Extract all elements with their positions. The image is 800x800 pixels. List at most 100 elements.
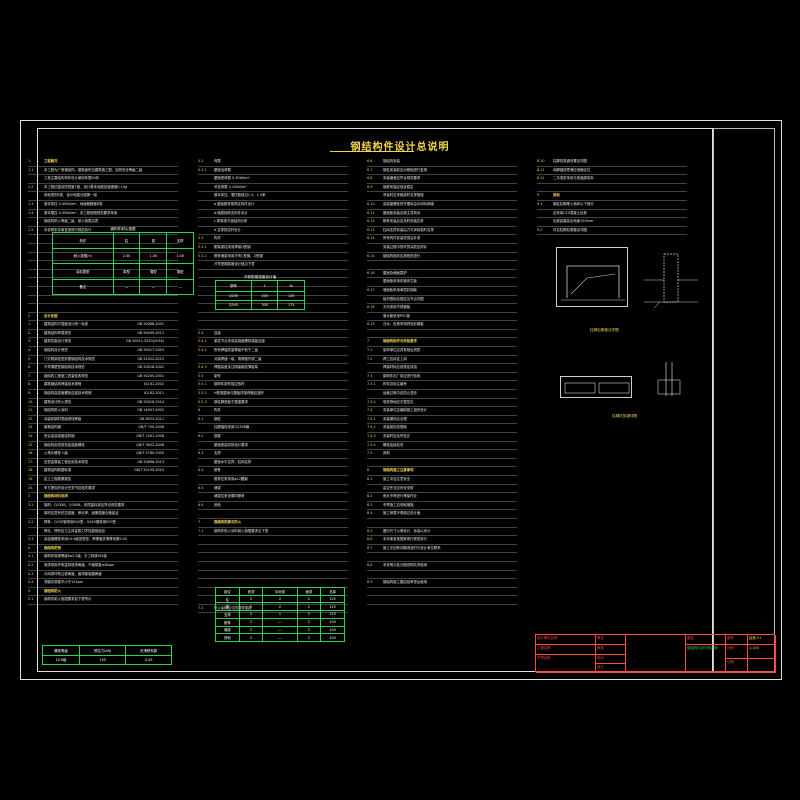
table-row: 其他 2—2 100: [215, 633, 345, 642]
tb-number: 结施-01: [748, 635, 776, 645]
note-line: 5.2 荷载: [198, 158, 348, 167]
note-line: 8.4 施工荷载不得超过设计值: [367, 510, 517, 519]
note-text: 钢结构施工注意事项: [383, 468, 414, 473]
note-number: 6: [198, 408, 201, 413]
note-number: 18.: [28, 468, 34, 473]
shear-key-detail: [560, 376, 632, 398]
note-line: 6.11 屋面板安装应顺主导风向: [367, 210, 517, 219]
note-number: 20.: [28, 485, 34, 490]
note-line: 11. 钢结构防火涂料 GB 14907-2002: [28, 407, 178, 416]
note-line: 4.4 漆膜总厚度不小于125μm: [28, 579, 178, 588]
detail-caption-2: 柱脚抗剪键详图: [612, 414, 638, 418]
table-cell: 梁: [215, 602, 240, 612]
note-number: 5.3: [198, 236, 204, 241]
note-text: 工程概况: [44, 159, 58, 163]
note-line: 8.5 图中尺寸以毫米计，标高以米计: [367, 528, 517, 537]
note-text: 焊接材料应按规定烘焙: [383, 365, 417, 370]
note-text: 钢结构防腐与防火: [214, 519, 242, 524]
note-line: 5.1 钢构件耐火极限要求如下表所示: [28, 596, 178, 605]
note-text: 堆放场地应平整坚实: [383, 399, 414, 404]
note-text: 连接: [214, 330, 221, 335]
note-number: 2: [28, 313, 31, 318]
note-line: [367, 330, 517, 339]
table-row: 钢号 f fv: [215, 280, 305, 292]
note-line: 板材搭接及固定见节点详图: [367, 296, 517, 305]
note-number: 6.2: [198, 434, 204, 438]
note-line: [367, 459, 517, 468]
note-line: 6 构件: [198, 407, 348, 416]
note-number: 1: [28, 159, 31, 163]
table-cell: fv: [277, 280, 305, 292]
note-number: 6.19: [367, 322, 375, 327]
note-text: 其他: [214, 502, 221, 507]
note-line: 对接焊缝一级，角焊缝外观二级: [198, 356, 348, 365]
note-text: 施工荷载不得超过设计值: [383, 511, 421, 516]
note-text: b.墙梁按简支构件设计: [214, 210, 248, 215]
note-line: 2. 建筑结构荷载规范 GB 50009-2012: [28, 330, 178, 339]
note-text: a.屋面檩条按简支构件设计: [214, 201, 255, 206]
note-number: 8.8: [367, 562, 373, 567]
table-cell: 薄型: [139, 263, 168, 280]
note-text: 钢柱脚底板平整度要求: [214, 399, 248, 404]
note-text: 墙面板采用单层彩钢板: [383, 287, 417, 292]
note-line: 3.1 钢材：Q235B、Q345B，其质量标准应符合规范要求: [28, 502, 178, 511]
note-line: 7.3.1 构件应标注编号: [367, 381, 517, 391]
note-number: 6.18: [367, 305, 375, 310]
note-number: 6.11: [367, 210, 375, 215]
note-line: 9. 钢结构高强度螺栓连接技术规程 JGJ 82-2011: [28, 390, 178, 399]
note-reference: GB 50011-2010(2016): [126, 339, 164, 344]
table-cell: 墙梁: [215, 625, 240, 635]
note-text: d.支撑按拉杆设计: [214, 227, 241, 232]
note-number: 6.14: [367, 236, 375, 241]
table-cell: 2.50: [112, 247, 141, 264]
note-line: 5.4 连接: [198, 330, 348, 339]
note-line: 7.4.2 安装前检查基础: [367, 424, 517, 433]
table-cell: 0.45: [125, 654, 172, 665]
note-text: 钢柱柱脚埋入地坪以下部分: [553, 201, 594, 206]
note-text: 构件: [214, 236, 221, 241]
tb-number-label: 图号: [726, 635, 748, 645]
note-number: 9: [537, 193, 540, 198]
note-line: 7.4.3 安装时应及时校正: [367, 433, 517, 442]
note-number: 8.2: [367, 494, 373, 499]
note-line: 6.16 屋面及墙面围护: [367, 270, 517, 279]
note-text: 地脚锚栓预埋应准确定位: [553, 167, 591, 172]
note-line: [198, 321, 348, 330]
tb-drawing-name-label: 图名: [686, 635, 726, 645]
tb-project: 工程名称: [536, 645, 596, 655]
note-reference: GB 50205-2001: [137, 373, 164, 378]
note-reference: GB/T 700-2006: [138, 425, 164, 430]
note-line: 7.3.2 堆放场地应平整坚实: [367, 399, 517, 408]
note-number: 4.4: [28, 580, 34, 585]
note-number: 6.7: [367, 167, 373, 172]
note-line: 檩条拉条采用φ12圆钢: [198, 476, 348, 485]
note-line: 4.1 钢构件除锈等级Sa2.5级，手工除锈St3级: [28, 553, 178, 562]
tb-scale: 1:100: [748, 645, 776, 659]
note-number: 9.: [28, 391, 32, 396]
note-line: 16. 六角头螺栓 C级 GB/T 5780-2000: [28, 450, 178, 459]
table-row: 螺栓等级 预拉力(kN) 抗滑移系数: [42, 645, 172, 656]
note-line: 4.2 底漆采用环氧富锌底漆两道，干膜厚度≥60μm: [28, 562, 178, 571]
note-text: 吊挂荷载 0.15kN/m²: [214, 184, 247, 189]
table-cell: 1.00: [166, 247, 194, 264]
table-cell: 钢号: [215, 280, 252, 292]
table-cell: 2: [238, 602, 264, 612]
note-number: 1.2: [28, 184, 34, 189]
tb-design-unit: 设计单位名称: [536, 635, 596, 645]
note-line: 7 钢结构防腐与防火: [198, 519, 348, 528]
note-number: 7.2: [198, 605, 204, 610]
fire-resistance-table: 钢构件耐火极限 构件柱梁支撑 耐火极限(h) 2.50 1.50 1.00 涂料类型 厚型 薄型…: [52, 227, 194, 295]
note-line: 6.8 安装偏差应符合规范要求: [367, 175, 517, 184]
table-row: 耐火极限(h) 2.50 1.50 1.00: [52, 247, 194, 264]
note-line: 19. 岩土工程勘察报告: [28, 476, 178, 485]
note-number: 6.: [28, 365, 32, 370]
note-text: 钢结构制作与安装要求: [383, 339, 417, 344]
table-cell: 1: [262, 610, 298, 619]
note-line: 5 钢结构防火: [28, 588, 178, 597]
note-line: [537, 184, 687, 193]
note-line: 7.4.4 螺栓连接检查: [367, 442, 517, 451]
note-line: 7 钢结构制作与安装要求: [367, 338, 517, 348]
note-number: 7.: [28, 373, 32, 378]
note-line: 3.2 焊条：Q235钢采用E43型，Q345钢采用E50型: [28, 519, 178, 528]
note-line: 5.2.1 屋面活荷载: [198, 167, 348, 176]
